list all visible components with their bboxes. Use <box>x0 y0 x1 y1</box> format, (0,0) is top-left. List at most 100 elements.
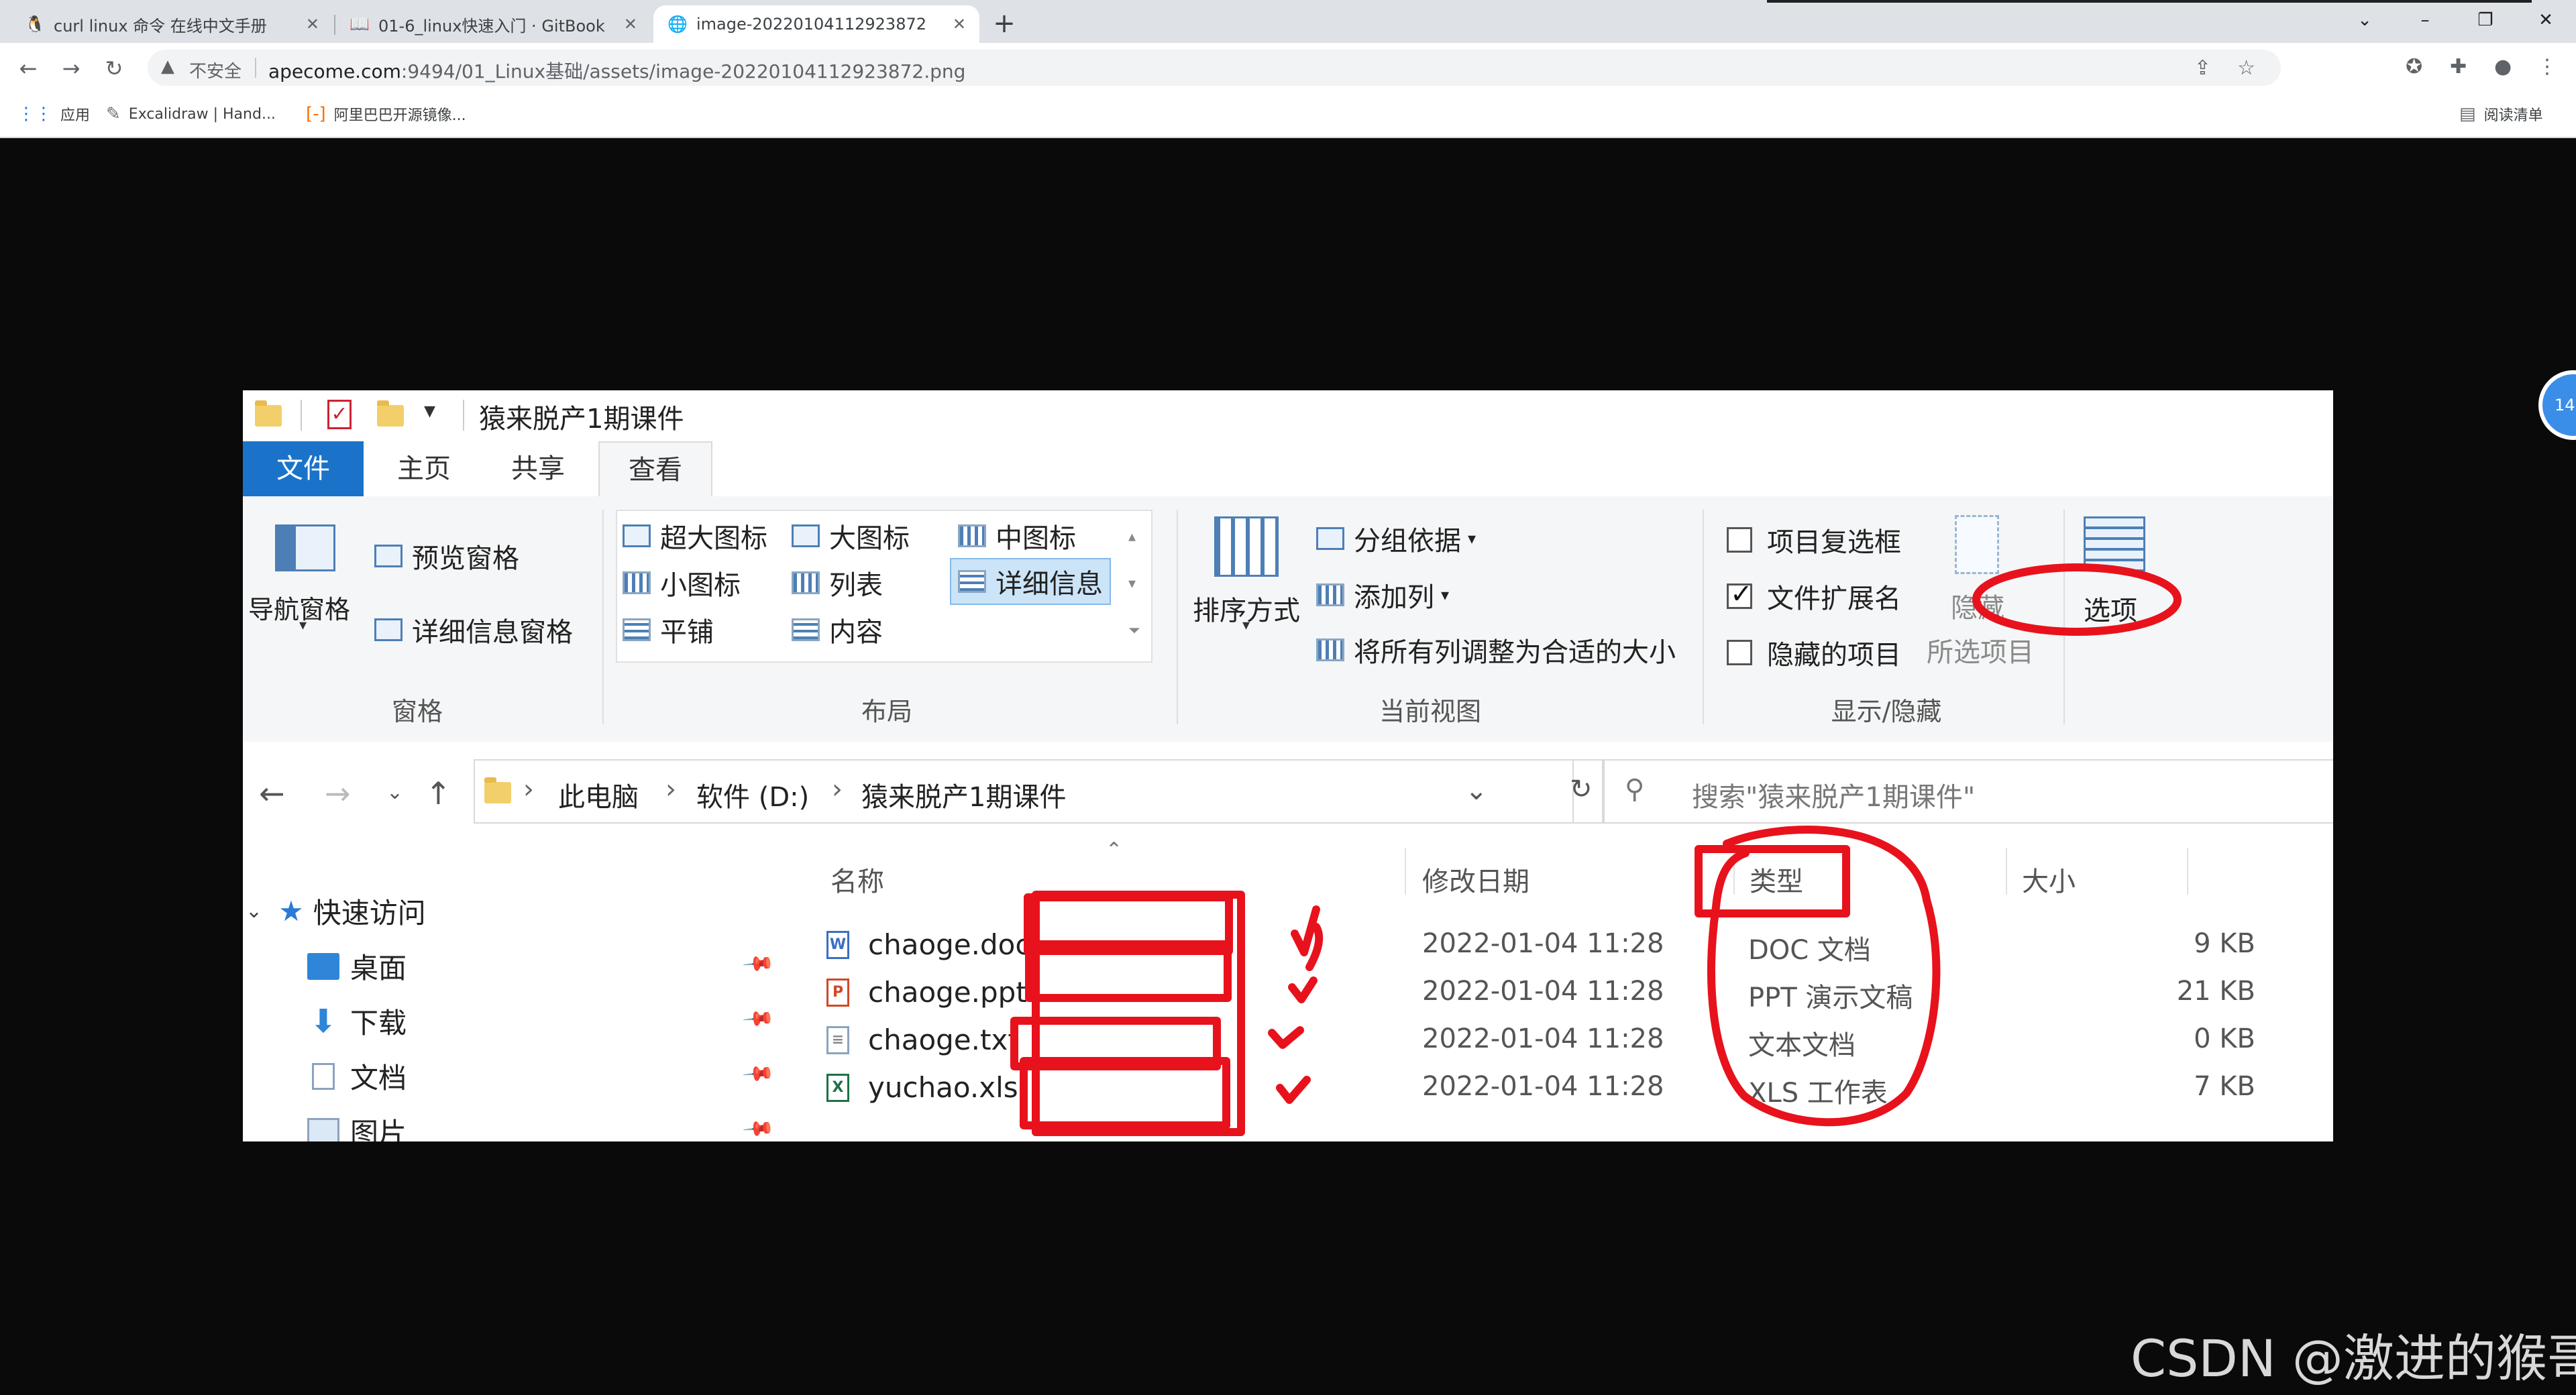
file-name-cell: P chaoge.ppt <box>826 976 1027 1009</box>
tab-title: 01-6_linux快速入门 · GitBook <box>378 16 605 36</box>
folder-icon <box>484 777 511 803</box>
details-icon <box>958 570 986 593</box>
chevron-down-icon: ▾ <box>299 617 307 634</box>
tiles-icon <box>623 618 651 641</box>
qat-divider <box>301 400 302 431</box>
explorer-address-row: ← → ⌄ ↑ › 此电脑 › 软件 (D:) › 猿来脱产1期课件 ⌄ ↻ ⚲… <box>243 742 2333 840</box>
book-icon: 📖 <box>350 15 370 34</box>
window-title: 猿来脱产1期课件 <box>479 404 684 435</box>
bookmark-aliyun[interactable]: [-] 阿里巴巴开源镜像... <box>306 102 466 126</box>
omnibox-divider <box>255 58 256 78</box>
star-icon[interactable]: ☆ <box>2237 56 2255 80</box>
layout-tiles: 平铺 <box>623 610 714 649</box>
close-icon[interactable]: ✕ <box>624 15 637 34</box>
bookmark-apps[interactable]: ⋮⋮ 应用 <box>17 102 90 126</box>
item-checkboxes-toggle: 项目复选框 <box>1727 520 1901 559</box>
options-icon <box>2084 516 2145 571</box>
recent-chevron-down-icon: ⌄ <box>386 781 404 804</box>
text-file-icon: ≡ <box>826 1025 849 1054</box>
bookmark-label: 应用 <box>60 107 91 124</box>
file-type: DOC 文档 <box>1748 935 1871 966</box>
hide-selected-icon <box>1955 515 1999 574</box>
address-bar[interactable]: ▲ 不安全 apecome.com:9494/01_Linux基础/assets… <box>148 50 2281 86</box>
tab-gitbook[interactable]: 📖 01-6_linux快速入门 · GitBook ✕ <box>335 5 651 43</box>
back-button[interactable]: ← <box>15 55 42 82</box>
tab-share: 共享 <box>511 453 565 484</box>
url-text[interactable]: apecome.com:9494/01_Linux基础/assets/image… <box>268 57 965 84</box>
layout-label: 超大图标 <box>660 523 767 554</box>
layout-details: 详细信息 <box>950 558 1111 605</box>
apps-grid-icon: ⋮⋮ <box>17 104 52 124</box>
options-button: 选项 <box>2084 596 2137 626</box>
column-divider <box>1733 848 1735 895</box>
file-row: ≡ chaoge.txt 2022-01-04 11:28 文本文档 0 KB <box>243 1015 2333 1062</box>
file-size: 21 KB <box>2176 976 2255 1007</box>
column-divider <box>2006 848 2007 895</box>
profile-avatar-icon[interactable]: ● <box>2494 55 2512 78</box>
breadcrumb-sep-icon: › <box>665 774 676 805</box>
close-window-button[interactable]: ✕ <box>2516 0 2576 40</box>
security-label[interactable]: 不安全 <box>189 58 241 82</box>
file-type: PPT 演示文稿 <box>1748 983 1913 1013</box>
aliyun-icon: [-] <box>306 104 326 124</box>
layout-label: 内容 <box>829 617 883 648</box>
up-arrow-icon: ↑ <box>425 775 451 812</box>
warning-icon: ▲ <box>161 56 174 76</box>
tab-home: 主页 <box>397 453 451 484</box>
nav-item-pictures: 图片 <box>307 1111 407 1141</box>
url-host: apecome.com <box>268 60 401 82</box>
url-path: :9494/01_Linux基础/assets/image-2022010411… <box>400 60 966 82</box>
properties-check-icon: ✓ <box>327 400 352 429</box>
file-extensions-label: 文件扩展名 <box>1767 583 1901 614</box>
tab-title: image-20220104112923872.png <box>696 15 927 34</box>
file-type: 文本文档 <box>1748 1030 1856 1061</box>
folder-icon <box>255 400 282 427</box>
reload-button[interactable]: ↻ <box>101 55 127 82</box>
layout-label: 详细信息 <box>996 569 1103 600</box>
group-label-show-hide: 显示/隐藏 <box>1831 697 1942 726</box>
group-divider <box>602 510 604 724</box>
sort-up-chevron-icon: ⌃ <box>1106 838 1123 862</box>
linux-penguin-icon: 🐧 <box>25 15 45 34</box>
group-divider <box>2063 510 2065 724</box>
preview-pane-icon <box>374 545 402 567</box>
group-divider <box>1177 510 1178 724</box>
csdn-watermark: CSDN @激进的猴哥 <box>2131 1329 2576 1388</box>
share-icon[interactable]: ⇪ <box>2194 56 2211 80</box>
search-icon: ⚲ <box>1625 774 1645 805</box>
column-divider <box>1405 848 1406 895</box>
file-name: chaoge.doc <box>868 928 1031 961</box>
file-name: yuchao.xls <box>868 1071 1018 1104</box>
bookmark-label: 阿里巴巴开源镜像... <box>333 107 466 124</box>
file-type: XLS 工作表 <box>1748 1078 1888 1109</box>
group-label-panes: 窗格 <box>391 697 443 726</box>
qat-dropdown-icon: ▾ <box>424 397 436 424</box>
tab-search-chevron-down-icon[interactable]: ⌄ <box>2334 0 2395 40</box>
reading-list-icon: ▤ <box>2459 104 2476 124</box>
minimize-button[interactable]: – <box>2395 0 2455 40</box>
add-column-label: 添加列 <box>1354 582 1434 613</box>
tab-title: curl linux 命令 在线中文手册 <box>54 16 267 36</box>
medium-icons-icon <box>958 524 986 547</box>
viewed-image: ✓ ▾ 猿来脱产1期课件 文件 主页 共享 查看 导航窗格 ▾ 预览窗格 详细信… <box>243 390 2333 1141</box>
tab-image-active[interactable]: 🌐 image-20220104112923872.png ✕ <box>653 5 979 43</box>
pencil-icon: ✎ <box>106 104 121 124</box>
extension-icon[interactable]: ✪ <box>2406 55 2422 78</box>
pictures-icon <box>307 1117 339 1141</box>
restore-button[interactable]: ❐ <box>2455 0 2516 40</box>
floating-badge[interactable]: 14 <box>2538 370 2576 440</box>
bookmark-excalidraw[interactable]: ✎ Excalidraw | Hand... <box>106 102 276 126</box>
reading-list[interactable]: ▤ 阅读清单 <box>2459 102 2543 126</box>
puzzle-icon[interactable]: ✚ <box>2450 55 2467 78</box>
close-icon[interactable]: ✕ <box>306 15 319 34</box>
nav-item-label: 图片 <box>350 1117 407 1141</box>
close-icon[interactable]: ✕ <box>953 15 966 34</box>
tab-curl-manual[interactable]: 🐧 curl linux 命令 在线中文手册 ✕ <box>11 5 333 43</box>
forward-button[interactable]: → <box>58 55 85 82</box>
reading-list-label: 阅读清单 <box>2483 107 2543 124</box>
menu-dots-icon[interactable]: ⋮ <box>2537 55 2557 78</box>
column-header-name: 名称 <box>830 867 884 897</box>
tab-file: 文件 <box>243 441 364 496</box>
new-tab-button[interactable]: + <box>987 7 1021 40</box>
globe-icon: 🌐 <box>667 15 688 34</box>
